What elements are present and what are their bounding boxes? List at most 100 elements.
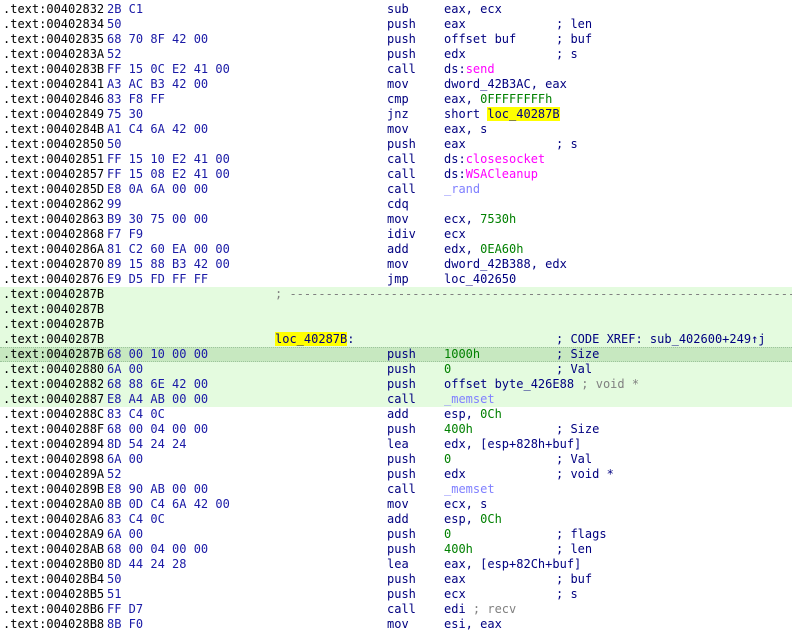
mnemonic[interactable]: push xyxy=(387,137,416,152)
listing-row[interactable]: .text:00402894 8D 54 24 24 lea edx, [esp+82… xyxy=(0,437,792,452)
immediate-value[interactable]: 0EA60h xyxy=(480,242,523,256)
operands[interactable]: offset buf xyxy=(444,32,516,47)
listing-row[interactable]: .text:00402857 FF 15 08 E2 41 00 call ds:WS… xyxy=(0,167,792,182)
mnemonic[interactable]: call xyxy=(387,182,416,197)
listing-row[interactable]: .text:004028A0 8B 0D C4 6A 42 00 mov ecx, s xyxy=(0,497,792,512)
immediate-value[interactable]: 1000h xyxy=(444,347,480,361)
address[interactable]: .text:00402880 xyxy=(3,362,104,377)
address[interactable]: .text:0040289A xyxy=(3,467,104,482)
listing-row[interactable]: .text:0040289A 52 push edx ; void * xyxy=(0,467,792,482)
operands[interactable]: dword_42B3AC, eax xyxy=(444,77,567,92)
operands[interactable]: 1000h xyxy=(444,347,480,362)
operands[interactable]: short loc_40287B xyxy=(444,107,560,122)
mnemonic[interactable]: call xyxy=(387,392,416,407)
mnemonic[interactable]: sub xyxy=(387,2,409,17)
listing-row[interactable]: .text:00402835 68 70 8F 42 00 push offset b… xyxy=(0,32,792,47)
address[interactable]: .text:0040287B xyxy=(3,302,104,317)
mnemonic[interactable]: push xyxy=(387,347,416,362)
address[interactable]: .text:0040287B xyxy=(3,317,104,332)
listing-row[interactable]: .text:004028B6 FF D7 call edi ; recv xyxy=(0,602,792,617)
listing-row[interactable]: .text:004028B5 51 push ecx ; s xyxy=(0,587,792,602)
mnemonic[interactable]: mov xyxy=(387,497,409,512)
operands[interactable]: edx xyxy=(444,47,466,62)
operands[interactable]: eax, ecx xyxy=(444,2,502,17)
address[interactable]: .text:00402832 xyxy=(3,2,104,17)
import-name[interactable]: send xyxy=(466,62,495,76)
mnemonic[interactable]: jmp xyxy=(387,272,409,287)
address[interactable]: .text:0040288C xyxy=(3,407,104,422)
operands[interactable]: ecx xyxy=(444,227,466,242)
listing-row[interactable]: .text:0040283A 52 push edx ; s xyxy=(0,47,792,62)
operands[interactable]: _memset xyxy=(444,482,495,497)
listing-row[interactable]: .text:004028AB 68 00 04 00 00 push 400h ; le… xyxy=(0,542,792,557)
address[interactable]: .text:00402870 xyxy=(3,257,104,272)
address[interactable]: .text:00402887 xyxy=(3,392,104,407)
address[interactable]: .text:004028B8 xyxy=(3,617,104,632)
address[interactable]: .text:00402898 xyxy=(3,452,104,467)
address[interactable]: .text:00402857 xyxy=(3,167,104,182)
operands[interactable]: 0 xyxy=(444,362,451,377)
address[interactable]: .text:0040288F xyxy=(3,422,104,437)
listing-row[interactable]: .text:00402851 FF 15 10 E2 41 00 call ds:cl… xyxy=(0,152,792,167)
address[interactable]: .text:004028B6 xyxy=(3,602,104,617)
function-name[interactable]: _rand xyxy=(444,182,480,196)
listing-row[interactable]: .text:004028B0 8D 44 24 28 lea eax, [esp+82… xyxy=(0,557,792,572)
label-name[interactable]: loc_40287B xyxy=(275,332,348,346)
immediate-value[interactable]: 7530h xyxy=(480,212,516,226)
listing-row[interactable]: .text:0040288C 83 C4 0C add esp, 0Ch xyxy=(0,407,792,422)
mnemonic[interactable]: add xyxy=(387,242,409,257)
operands[interactable]: esp, 0Ch xyxy=(444,512,502,527)
immediate-value[interactable]: 0FFFFFFFFh xyxy=(480,92,552,106)
address[interactable]: .text:00402862 xyxy=(3,197,104,212)
immediate-value[interactable]: 400h xyxy=(444,542,473,556)
operands[interactable]: ecx, 7530h xyxy=(444,212,516,227)
address[interactable]: .text:0040285D xyxy=(3,182,104,197)
disassembly-listing[interactable]: .text:00402832 2B C1 sub eax, ecx .text:0040… xyxy=(0,0,792,631)
listing-row[interactable]: .text:00402832 2B C1 sub eax, ecx xyxy=(0,2,792,17)
address[interactable]: .text:0040287B xyxy=(3,347,104,362)
operands[interactable]: eax xyxy=(444,137,466,152)
operands[interactable]: _rand xyxy=(444,182,480,197)
immediate-value[interactable]: 0 xyxy=(444,362,451,376)
listing-row[interactable]: .text:00402868 F7 F9 idiv ecx xyxy=(0,227,792,242)
mnemonic[interactable]: push xyxy=(387,422,416,437)
listing-row[interactable]: .text:00402841 A3 AC B3 42 00 mov dword_42B… xyxy=(0,77,792,92)
listing-row[interactable]: .text:00402876 E9 D5 FD FF FF jmp loc_40265… xyxy=(0,272,792,287)
import-name[interactable]: WSACleanup xyxy=(466,167,538,181)
mnemonic[interactable]: lea xyxy=(387,557,409,572)
address[interactable]: .text:004028A6 xyxy=(3,512,104,527)
listing-row[interactable]: .text:0040286A 81 C2 60 EA 00 00 add edx, 0… xyxy=(0,242,792,257)
operands[interactable]: 400h xyxy=(444,422,473,437)
immediate-value[interactable]: 400h xyxy=(444,422,473,436)
operands[interactable]: offset byte_426E88 ; void * xyxy=(444,377,639,392)
address[interactable]: .text:00402850 xyxy=(3,137,104,152)
address[interactable]: .text:004028A0 xyxy=(3,497,104,512)
operands[interactable]: loc_402650 xyxy=(444,272,516,287)
listing-row[interactable]: .text:004028A9 6A 00 push 0 ; flags xyxy=(0,527,792,542)
mnemonic[interactable]: lea xyxy=(387,437,409,452)
immediate-value[interactable]: 0 xyxy=(444,527,451,541)
function-name[interactable]: _memset xyxy=(444,392,495,406)
operands[interactable]: 400h xyxy=(444,542,473,557)
mnemonic[interactable]: mov xyxy=(387,77,409,92)
address[interactable]: .text:004028B4 xyxy=(3,572,104,587)
mnemonic[interactable]: push xyxy=(387,467,416,482)
mnemonic[interactable]: call xyxy=(387,152,416,167)
mnemonic[interactable]: push xyxy=(387,377,416,392)
address[interactable]: .text:004028A9 xyxy=(3,527,104,542)
operands[interactable]: eax xyxy=(444,17,466,32)
operands[interactable]: edx xyxy=(444,467,466,482)
operands[interactable]: esi, eax xyxy=(444,617,502,632)
address[interactable]: .text:0040284B xyxy=(3,122,104,137)
listing-row[interactable]: .text:00402846 83 F8 FF cmp eax, 0FFFFFFFFh xyxy=(0,92,792,107)
operands[interactable]: edx, [esp+828h+buf] xyxy=(444,437,581,452)
listing-row[interactable]: .text:00402870 89 15 88 B3 42 00 mov dword_… xyxy=(0,257,792,272)
mnemonic[interactable]: mov xyxy=(387,257,409,272)
listing-row[interactable]: .text:0040284B A1 C4 6A 42 00 mov eax, s xyxy=(0,122,792,137)
operands[interactable]: edx, 0EA60h xyxy=(444,242,523,257)
mnemonic[interactable]: add xyxy=(387,512,409,527)
mnemonic[interactable]: call xyxy=(387,482,416,497)
mnemonic[interactable]: push xyxy=(387,587,416,602)
listing-row[interactable]: .text:0040287B xyxy=(0,317,792,332)
address[interactable]: .text:00402834 xyxy=(3,17,104,32)
